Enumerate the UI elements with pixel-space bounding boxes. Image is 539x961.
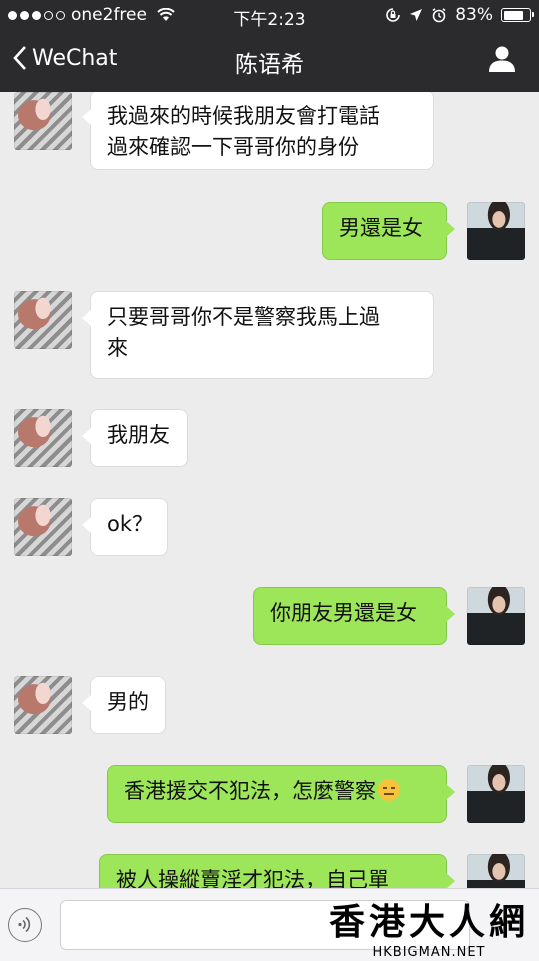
avatar[interactable] bbox=[467, 202, 525, 260]
message-text: 我朋友 bbox=[107, 423, 170, 447]
watermark-subtitle: HKBIGMAN.NET bbox=[372, 945, 486, 960]
chat-title: 陈语希 bbox=[235, 52, 304, 78]
message-text: 只要哥哥你不是警察我馬上過來 bbox=[107, 305, 380, 360]
message-bubble[interactable]: 香港援交不犯法，怎麼警察 bbox=[107, 765, 455, 823]
voice-icon bbox=[18, 916, 31, 933]
battery-percent: 83% bbox=[455, 5, 493, 25]
avatar[interactable] bbox=[14, 409, 72, 467]
alarm-icon bbox=[432, 8, 446, 23]
battery-fill bbox=[503, 10, 524, 20]
message-text: 男還是女 bbox=[339, 216, 423, 240]
message-bubble[interactable]: 你朋友男還是女 bbox=[253, 587, 455, 645]
avatar[interactable] bbox=[467, 765, 525, 823]
avatar[interactable] bbox=[467, 587, 525, 645]
battery-icon bbox=[501, 8, 534, 22]
message-bubble[interactable]: 男還是女 bbox=[322, 202, 455, 260]
message-text: 男的 bbox=[107, 690, 149, 714]
avatar[interactable] bbox=[14, 498, 72, 556]
avatar[interactable] bbox=[14, 92, 72, 150]
avatar[interactable] bbox=[14, 291, 72, 349]
message-text-line: 我過來的時候我朋友會打電話 過來確認一下哥哥你的身份 bbox=[107, 104, 380, 159]
message-text: 你朋友男還是女 bbox=[270, 601, 417, 625]
expressionless-face-icon bbox=[378, 779, 400, 801]
message-bubble[interactable]: 只要哥哥你不是警察我馬上過來 bbox=[82, 291, 434, 379]
message-bubble[interactable]: 我朋友 bbox=[82, 409, 188, 467]
watermark: 香港大人網 HKBIGMAN.NET bbox=[328, 902, 529, 961]
message-bubble[interactable]: 男的 bbox=[82, 676, 166, 734]
location-arrow-icon bbox=[410, 9, 423, 21]
voice-input-button[interactable] bbox=[8, 908, 42, 942]
message-list[interactable]: 我過來的時候我朋友會打電話 過來確認一下哥哥你的身份 男還是女 只要哥哥你不是警察… bbox=[0, 92, 539, 888]
watermark-title: 香港大人網 bbox=[328, 902, 529, 943]
avatar[interactable] bbox=[467, 854, 525, 888]
message-bubble[interactable]: 我過來的時候我朋友會打電話 過來確認一下哥哥你的身份 bbox=[82, 92, 434, 170]
profile-icon[interactable] bbox=[487, 44, 517, 74]
message-text: 香港援交不犯法，怎麼警察 bbox=[124, 779, 376, 803]
avatar[interactable] bbox=[14, 676, 72, 734]
message-bubble[interactable]: 被人操縱賣淫才犯法，自己單 bbox=[99, 854, 455, 888]
status-right: 83% bbox=[385, 5, 534, 25]
message-text: 被人操縱賣淫才犯法，自己單 bbox=[116, 868, 389, 888]
navigation-bar: WeChat 陈语希 bbox=[0, 30, 539, 92]
message-bubble[interactable]: ok？ bbox=[82, 498, 168, 556]
rotation-lock-icon bbox=[386, 8, 401, 22]
message-text: ok？ bbox=[107, 512, 154, 536]
status-bar: one2free 下午2:23 83% bbox=[0, 0, 539, 30]
